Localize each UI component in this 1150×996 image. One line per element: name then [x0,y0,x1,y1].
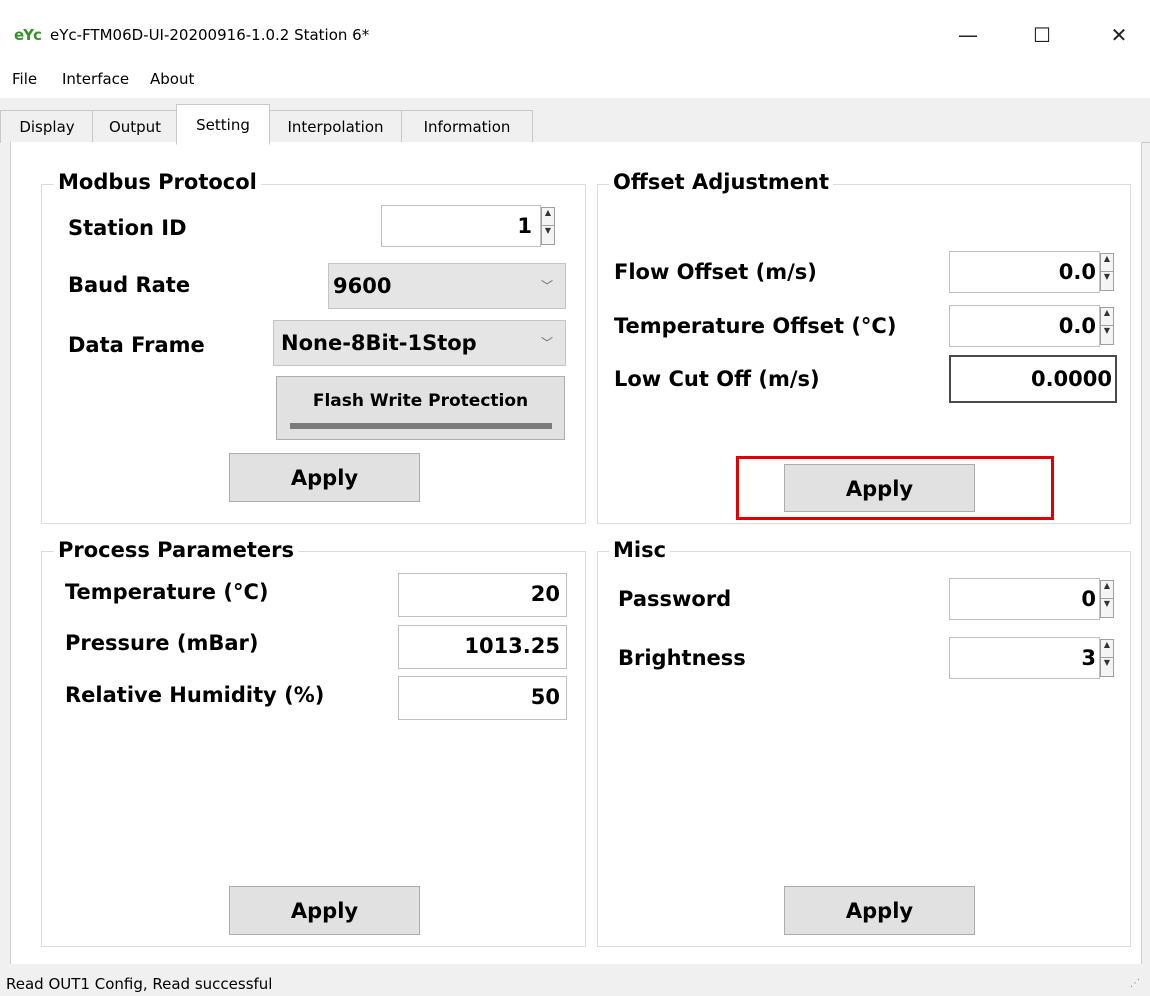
low-cut-off-input[interactable]: 0.0000 [949,355,1117,403]
menu-interface[interactable]: Interface [62,70,129,88]
spin-down-icon[interactable]: ▼ [1101,599,1113,617]
brightness-input[interactable]: 3 [949,637,1100,679]
brightness-label: Brightness [618,646,746,670]
process-parameters-title: Process Parameters [54,538,298,562]
password-input[interactable]: 0 [949,578,1100,620]
station-id-label: Station ID [68,216,187,240]
temperature-offset-label: Temperature Offset (°C) [614,314,897,338]
spin-up-icon[interactable]: ▲ [1101,581,1113,599]
process-temperature-input[interactable]: 20 [398,573,567,617]
flow-offset-label: Flow Offset (m/s) [614,260,817,284]
modbus-apply-button[interactable]: Apply [229,453,420,502]
data-frame-value: None-8Bit-1Stop [281,331,477,355]
spin-up-icon[interactable]: ▲ [542,208,554,226]
spin-up-icon[interactable]: ▲ [1101,254,1113,272]
pressure-label: Pressure (mBar) [65,631,259,655]
flash-write-protection-button[interactable]: Flash Write Protection [276,376,565,440]
process-temperature-label: Temperature (°C) [65,580,269,604]
pressure-input[interactable]: 1013.25 [398,625,567,669]
minimize-button[interactable]: — [948,18,988,52]
flow-offset-spinner[interactable]: ▲ ▼ [1100,253,1114,291]
misc-apply-button[interactable]: Apply [784,886,975,935]
maximize-button[interactable]: ☐ [1022,18,1062,52]
flash-progress-bar [290,423,552,429]
spin-down-icon[interactable]: ▼ [542,226,554,244]
data-frame-select[interactable]: None-8Bit-1Stop ﹀ [273,320,566,366]
baud-rate-value: 9600 [333,274,392,298]
station-id-spinner[interactable]: ▲ ▼ [541,207,555,245]
password-label: Password [618,587,732,611]
modbus-protocol-title: Modbus Protocol [54,170,261,194]
menu-file[interactable]: File [12,70,37,88]
spin-up-icon[interactable]: ▲ [1101,308,1113,326]
relative-humidity-input[interactable]: 50 [398,676,567,720]
spin-down-icon[interactable]: ▼ [1101,272,1113,290]
resize-grip-icon[interactable]: ⋰ [1130,978,1140,989]
close-button[interactable]: ✕ [1099,18,1139,52]
password-spinner[interactable]: ▲ ▼ [1100,580,1114,618]
tab-display[interactable]: Display [0,110,94,143]
data-frame-label: Data Frame [68,333,205,357]
baud-rate-label: Baud Rate [68,273,191,297]
spin-down-icon[interactable]: ▼ [1101,658,1113,676]
process-apply-button[interactable]: Apply [229,886,420,935]
chevron-down-icon: ﹀ [540,336,553,350]
temperature-offset-input[interactable]: 0.0 [949,305,1100,347]
app-logo-icon: eYc [14,26,42,44]
tab-setting[interactable]: Setting [176,104,270,145]
temperature-offset-spinner[interactable]: ▲ ▼ [1100,307,1114,345]
offset-adjustment-title: Offset Adjustment [609,170,834,194]
tab-output[interactable]: Output [92,110,178,143]
menu-about[interactable]: About [150,70,194,88]
misc-title: Misc [609,538,671,562]
baud-rate-select[interactable]: 9600 ﹀ [328,263,566,309]
tab-interpolation[interactable]: Interpolation [268,110,403,143]
window-title: eYc-FTM06D-UI-20200916-1.0.2 Station 6* [50,26,370,44]
low-cut-off-label: Low Cut Off (m/s) [614,367,820,391]
brightness-spinner[interactable]: ▲ ▼ [1100,639,1114,677]
chevron-down-icon: ﹀ [540,279,553,293]
tab-information[interactable]: Information [401,110,533,143]
spin-up-icon[interactable]: ▲ [1101,640,1113,658]
spin-down-icon[interactable]: ▼ [1101,326,1113,344]
station-id-input[interactable]: 1 [381,205,541,247]
status-message: Read OUT1 Config, Read successful [6,975,273,993]
flow-offset-input[interactable]: 0.0 [949,251,1100,293]
offset-apply-button[interactable]: Apply [784,464,975,512]
relative-humidity-label: Relative Humidity (%) [65,683,325,707]
